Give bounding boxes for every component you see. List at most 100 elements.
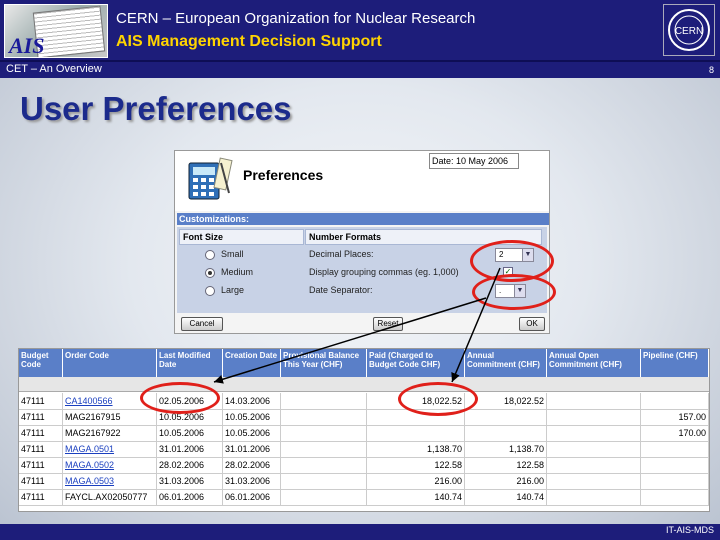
table-row: 47111 MAG2167922 10.05.2006 10.05.2006 170.0… <box>19 425 709 442</box>
grouping-label: Display grouping commas (eg. 1,000) <box>309 267 459 277</box>
table-cell: 47111 <box>19 425 63 441</box>
table-cell: 28.02.2006 <box>157 457 223 473</box>
font-medium-label: Medium <box>221 267 254 277</box>
font-small-radio[interactable] <box>205 250 215 260</box>
table-row: 47111 CA1400566 02.05.2006 14.03.2006 18,022… <box>19 393 709 410</box>
table-row: 47111 MAGA.0501 31.01.2006 31.01.2006 1,138.… <box>19 441 709 458</box>
table-cell <box>641 457 709 473</box>
order-code-cell: MAG2167915 <box>63 409 157 425</box>
table-cell <box>641 489 709 505</box>
order-code-cell[interactable]: MAGA.0501 <box>63 441 157 457</box>
column-header[interactable]: Last Modified Date <box>157 349 223 377</box>
order-code-cell[interactable]: MAGA.0503 <box>63 473 157 489</box>
customizations-label: Customizations: <box>177 213 549 225</box>
table-gap <box>19 377 709 392</box>
font-large-radio[interactable] <box>205 286 215 296</box>
table-cell <box>547 425 641 441</box>
table-cell <box>281 441 367 457</box>
column-header[interactable]: Annual Open Commitment (CHF) <box>547 349 641 377</box>
table-cell <box>547 441 641 457</box>
ok-button[interactable]: OK <box>519 317 545 331</box>
ais-logo: AIS <box>4 4 108 58</box>
header-subtitle: AIS Management Decision Support <box>116 33 382 50</box>
reset-button[interactable]: Reset <box>373 317 403 331</box>
column-header[interactable]: Provisional Balance This Year (CHF) <box>281 349 367 377</box>
order-code-cell[interactable]: MAGA.0502 <box>63 457 157 473</box>
table-cell: 06.01.2006 <box>157 489 223 505</box>
table-cell: 47111 <box>19 457 63 473</box>
table-cell <box>281 393 367 409</box>
font-large-label: Large <box>221 285 245 295</box>
org-title: CERN – European Organization for Nuclear… <box>116 10 476 27</box>
table-cell <box>547 473 641 489</box>
table-cell: 140.74 <box>465 489 547 505</box>
order-code-cell: FAYCL.AX02050777 <box>63 489 157 505</box>
table-cell: 28.02.2006 <box>223 457 281 473</box>
table-cell <box>281 425 367 441</box>
table-cell: 47111 <box>19 409 63 425</box>
table-cell: 31.03.2006 <box>157 473 223 489</box>
table-cell: 10.05.2006 <box>223 409 281 425</box>
table-cell <box>367 425 465 441</box>
table-cell: 14.03.2006 <box>223 393 281 409</box>
footer-text: IT-AIS-MDS <box>665 525 714 535</box>
table-cell <box>547 393 641 409</box>
table-cell <box>547 457 641 473</box>
table-cell: 1,138.70 <box>367 441 465 457</box>
table-cell: 170.00 <box>641 425 709 441</box>
table-row: 47111 MAGA.0502 28.02.2006 28.02.2006 122.58… <box>19 457 709 474</box>
table-cell <box>641 393 709 409</box>
table-cell: 47111 <box>19 489 63 505</box>
calculator-icon <box>188 157 233 200</box>
table-cell: 47111 <box>19 441 63 457</box>
table-cell <box>641 441 709 457</box>
table-cell: 216.00 <box>367 473 465 489</box>
table-cell: 31.01.2006 <box>223 441 281 457</box>
page-number: 8 <box>708 65 714 75</box>
table-cell: 122.58 <box>367 457 465 473</box>
table-cell: 122.58 <box>465 457 547 473</box>
preferences-title: Preferences <box>243 167 324 183</box>
table-row: 47111 MAG2167915 10.05.2006 10.05.2006 157.0… <box>19 409 709 426</box>
table-cell <box>281 489 367 505</box>
cern-logo: CERN <box>663 4 715 56</box>
table-cell: 140.74 <box>367 489 465 505</box>
table-cell <box>281 457 367 473</box>
table-cell <box>465 409 547 425</box>
cern-logo-text: CERN <box>675 26 703 37</box>
separator-highlight-circle <box>472 274 556 310</box>
date-highlight-circle <box>140 382 220 414</box>
section-name: CET – An Overview <box>6 63 102 75</box>
ais-logo-text: AIS <box>9 33 45 58</box>
table-cell: 06.01.2006 <box>223 489 281 505</box>
header-bar: AIS CERN – European Organization for Nuc… <box>0 0 720 62</box>
table-cell <box>281 409 367 425</box>
date-display: Date: 10 May 2006 <box>429 153 519 169</box>
table-cell: 47111 <box>19 473 63 489</box>
column-header[interactable]: Pipeline (CHF) <box>641 349 709 377</box>
slide-title: User Preferences <box>20 90 292 127</box>
cancel-button[interactable]: Cancel <box>181 317 223 331</box>
table-cell: 31.03.2006 <box>223 473 281 489</box>
table-cell: 216.00 <box>465 473 547 489</box>
table-cell: 10.05.2006 <box>223 425 281 441</box>
table-cell: 1,138.70 <box>465 441 547 457</box>
table-cell: 31.01.2006 <box>157 441 223 457</box>
column-header[interactable]: Creation Date <box>223 349 281 377</box>
table-row: 47111 MAGA.0503 31.03.2006 31.03.2006 216.00… <box>19 473 709 490</box>
column-header[interactable]: Order Code <box>63 349 157 377</box>
table-cell <box>465 425 547 441</box>
table-cell: 157.00 <box>641 409 709 425</box>
font-medium-radio[interactable] <box>205 268 215 278</box>
column-header[interactable]: Annual Commitment (CHF) <box>465 349 547 377</box>
table-cell <box>641 473 709 489</box>
preferences-header: Preferences Date: 10 May 2006 <box>175 151 549 211</box>
table-cell <box>281 473 367 489</box>
font-small-label: Small <box>221 249 244 259</box>
orders-table: Budget Code Order Code Last Modified Date C… <box>18 348 710 512</box>
column-header[interactable]: Budget Code <box>19 349 63 377</box>
column-header[interactable]: Paid (Charged to Budget Code CHF) <box>367 349 465 377</box>
table-cell <box>547 489 641 505</box>
section-bar: CET – An Overview 8 <box>0 62 720 78</box>
amount-highlight-circle <box>398 382 478 416</box>
